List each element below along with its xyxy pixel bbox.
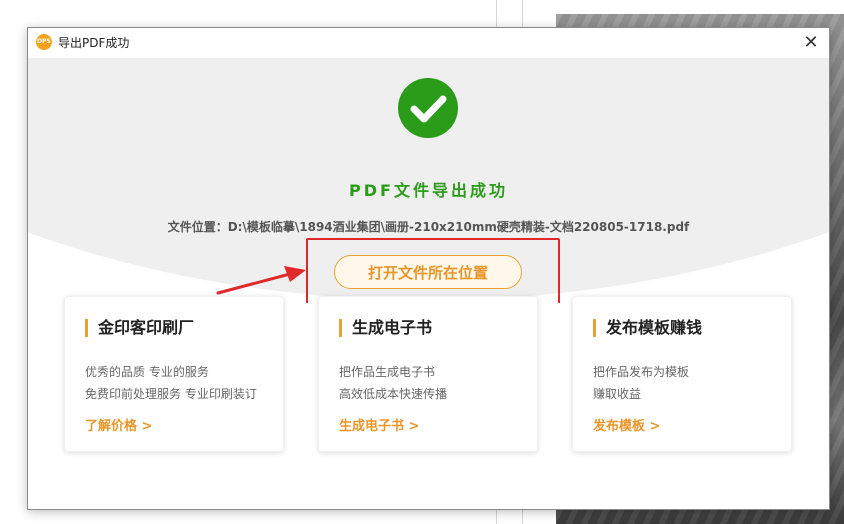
success-title: PDF文件导出成功 [349, 181, 508, 200]
card-ebook: 生成电子书 把作品生成电子书 高效低成本快速传播 生成电子书 > [318, 296, 538, 452]
export-success-dialog: DPS 导出PDF成功 ✕ PDF文件导出成功 文件位置：D:\模板临摹\189… [27, 27, 830, 510]
app-logo-icon: DPS [36, 34, 52, 50]
publish-template-link[interactable]: 发布模板 > [593, 415, 660, 434]
card-print-shop: 金印客印刷厂 优秀的品质 专业的服务 免费印前处理服务 专业印刷装订 了解价格 … [64, 296, 284, 452]
generate-ebook-link[interactable]: 生成电子书 > [339, 415, 419, 434]
card-publish-template: 发布模板赚钱 把作品发布为模板 赚取收益 发布模板 > [572, 296, 792, 452]
card-desc-line: 优秀的品质 专业的服务 [85, 365, 209, 379]
card-desc-line: 把作品生成电子书 [339, 365, 436, 379]
file-location: 文件位置：D:\模板临摹\1894酒业集团\画册-210x210mm硬壳精装-文… [28, 218, 829, 235]
learn-price-link[interactable]: 了解价格 > [85, 415, 152, 434]
file-location-path: D:\模板临摹\1894酒业集团\画册-210x210mm硬壳精装-文档2208… [227, 220, 690, 234]
close-icon[interactable]: ✕ [799, 31, 823, 55]
open-file-location-button[interactable]: 打开文件所在位置 [334, 255, 522, 289]
card-desc-line: 免费印前处理服务 专业印刷装订 [85, 387, 257, 401]
dialog-title: 导出PDF成功 [58, 36, 130, 50]
card-title: 金印客印刷厂 [85, 319, 194, 337]
card-description: 把作品生成电子书 高效低成本快速传播 [339, 361, 447, 405]
card-description: 把作品发布为模板 赚取收益 [593, 361, 689, 405]
card-title: 生成电子书 [339, 319, 432, 337]
card-desc-line: 把作品发布为模板 [593, 365, 690, 379]
arrow-icon [216, 266, 306, 295]
card-desc-line: 赚取收益 [593, 387, 642, 401]
card-description: 优秀的品质 专业的服务 免费印前处理服务 专业印刷装订 [85, 361, 257, 405]
titlebar: DPS 导出PDF成功 ✕ [28, 28, 829, 58]
card-desc-line: 高效低成本快速传播 [339, 387, 448, 401]
file-location-label: 文件位置： [167, 220, 228, 234]
card-title: 发布模板赚钱 [593, 319, 702, 337]
success-hero: PDF文件导出成功 文件位置：D:\模板临摹\1894酒业集团\画册-210x2… [28, 58, 829, 303]
check-icon [398, 78, 458, 138]
